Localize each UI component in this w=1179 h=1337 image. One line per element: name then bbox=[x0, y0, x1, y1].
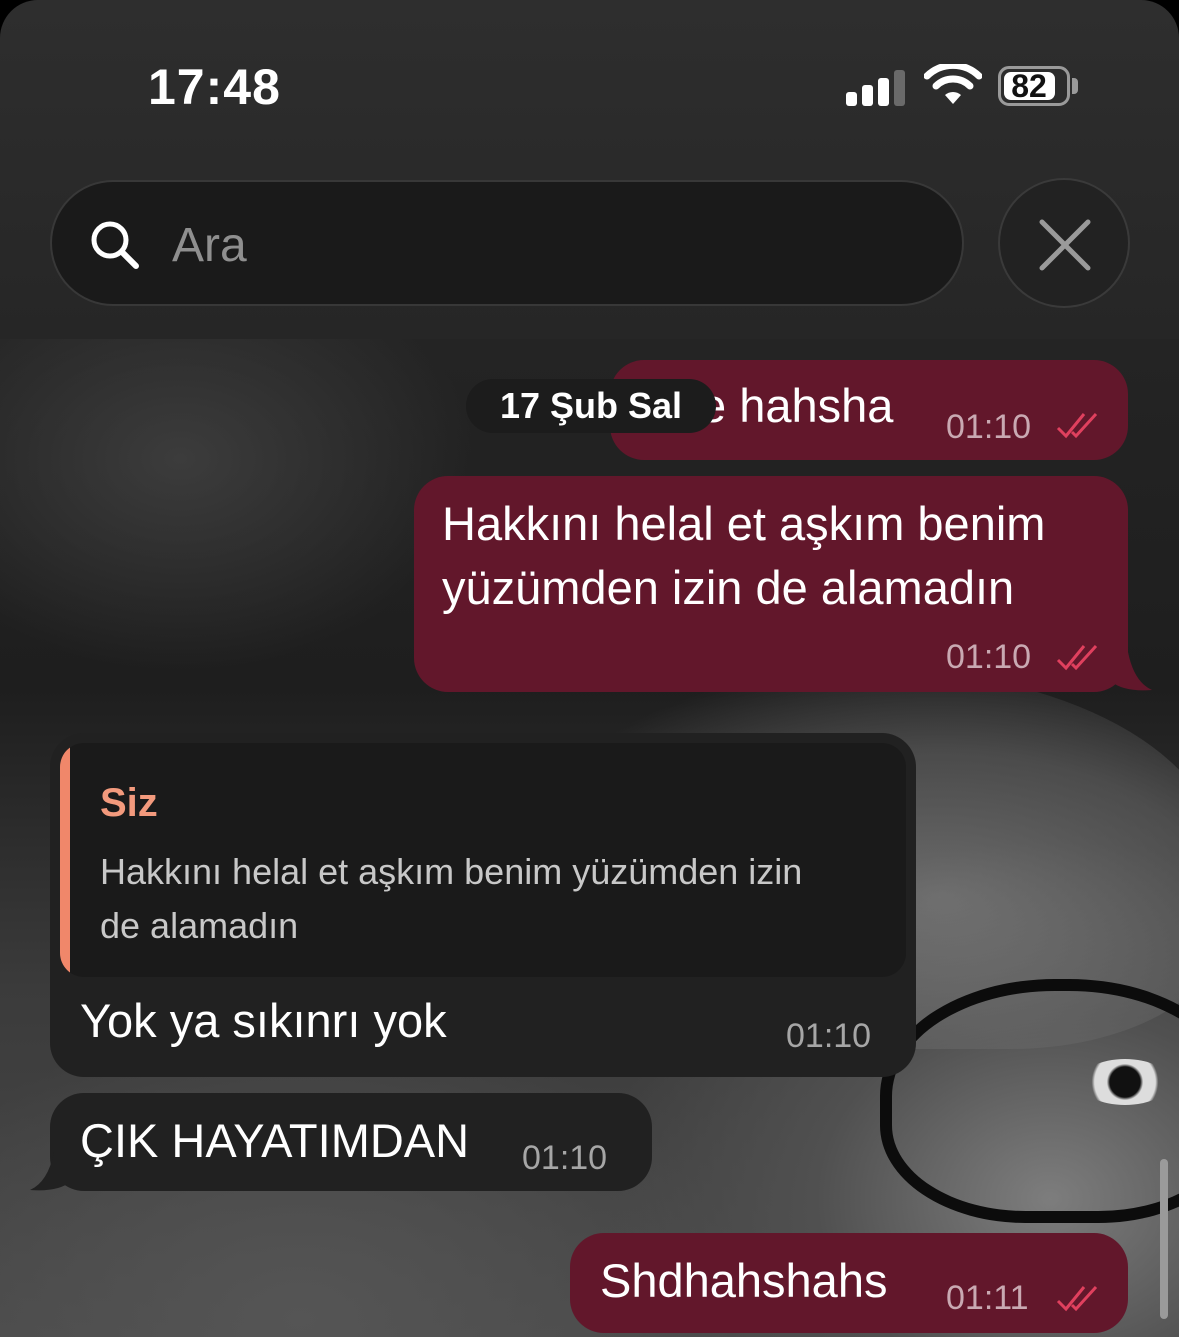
read-ticks-icon bbox=[1056, 1285, 1098, 1312]
message-time: 01:10 bbox=[946, 408, 1032, 446]
phone-screen: 17:48 82 Ara e hahsha 01:10 17 Şub Sal H… bbox=[0, 0, 1179, 1337]
outgoing-message[interactable]: Shdhahshahs 01:11 bbox=[570, 1233, 1128, 1333]
battery-cap bbox=[1072, 78, 1078, 94]
message-time: 01:11 bbox=[946, 1279, 1029, 1317]
message-text: Yok ya sıkınrı yok bbox=[80, 994, 447, 1047]
close-search-button[interactable] bbox=[998, 178, 1130, 308]
reply-author: Siz bbox=[100, 781, 158, 825]
status-time: 17:48 bbox=[148, 59, 281, 115]
chat-area[interactable]: e hahsha 01:10 17 Şub Sal Hakkını helal … bbox=[0, 339, 1179, 1337]
battery-percent: 82 bbox=[1011, 68, 1047, 104]
reply-text-line1: Hakkını helal et aşkım benim yüzümden iz… bbox=[100, 851, 803, 892]
message-time: 01:10 bbox=[786, 1017, 872, 1055]
reply-accent-bar bbox=[60, 743, 70, 977]
search-input[interactable] bbox=[170, 206, 914, 284]
message-text: ÇIK HAYATIMDAN bbox=[80, 1114, 470, 1167]
battery-icon: 82 bbox=[998, 66, 1070, 106]
message-text: e hahsha bbox=[700, 379, 894, 432]
incoming-message[interactable]: Siz Hakkını helal et aşkım benim yüzümde… bbox=[50, 733, 916, 1077]
message-time: 01:10 bbox=[946, 638, 1032, 676]
message-text-line2: yüzümden izin de alamadın bbox=[442, 561, 1015, 614]
wifi-icon bbox=[924, 64, 982, 104]
search-icon bbox=[91, 221, 139, 269]
reply-text-line2: de alamadın bbox=[100, 905, 299, 946]
outgoing-message[interactable]: Hakkını helal et aşkım benim yüzümden iz… bbox=[414, 476, 1128, 692]
incoming-message[interactable]: ÇIK HAYATIMDAN 01:10 bbox=[50, 1093, 652, 1191]
search-bar[interactable] bbox=[50, 180, 964, 306]
message-text-line1: Hakkını helal et aşkım benim bbox=[442, 497, 1046, 550]
scrollbar[interactable] bbox=[1160, 1159, 1168, 1319]
date-label: 17 Şub Sal bbox=[466, 379, 716, 433]
message-time: 01:10 bbox=[522, 1139, 608, 1177]
read-ticks-icon bbox=[1056, 644, 1098, 671]
close-icon bbox=[1039, 219, 1091, 271]
wallpaper-eye bbox=[1080, 1059, 1170, 1105]
reply-text: Hakkını helal et aşkım benim yüzümden iz… bbox=[100, 845, 900, 953]
read-ticks-icon bbox=[1056, 412, 1098, 439]
message-text: Shdhahshahs bbox=[600, 1254, 888, 1307]
bubble-tail bbox=[30, 1152, 70, 1191]
bubble-tail bbox=[1112, 652, 1152, 691]
cellular-signal-icon bbox=[846, 70, 906, 106]
header: 17:48 82 bbox=[0, 0, 1179, 339]
reply-preview[interactable]: Siz Hakkını helal et aşkım benim yüzümde… bbox=[60, 743, 906, 977]
